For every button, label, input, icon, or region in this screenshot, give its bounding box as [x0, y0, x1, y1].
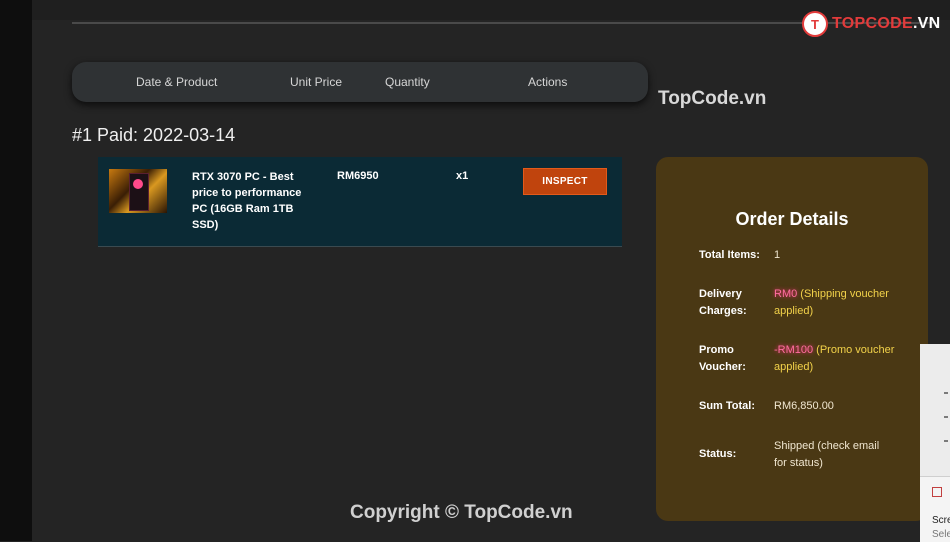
- pc-fan-glow: [133, 179, 143, 189]
- status-value: Shipped (check email for status): [774, 440, 880, 469]
- screenshot-tool-popup[interactable]: Scre Sele: [920, 476, 950, 542]
- preview-line: [944, 392, 948, 394]
- product-name: RTX 3070 PC - Best price to performance …: [192, 171, 302, 231]
- promo-voucher-label: Promo Voucher:: [699, 344, 746, 373]
- watermark-top: TopCode.vn: [658, 88, 767, 109]
- promo-voucher-value: -RM100 (Promo voucher applied): [774, 342, 904, 376]
- order-details-title: Order Details: [735, 209, 849, 229]
- total-items-label: Total Items:: [699, 249, 760, 261]
- order-heading: #1 Paid: 2022-03-14: [72, 125, 236, 145]
- product-thumbnail: [109, 169, 167, 213]
- header-date-product: Date & Product: [136, 75, 218, 89]
- header-unit-price: Unit Price: [290, 75, 343, 89]
- inspect-button[interactable]: INSPECT: [523, 168, 607, 195]
- preview-line: [944, 440, 948, 442]
- delivery-charges-value: RM0 (Shipping voucher applied): [774, 286, 904, 320]
- promo-amount: -RM100: [774, 344, 814, 356]
- order-item-row: RTX 3070 PC - Best price to performance …: [98, 157, 622, 247]
- total-items-value: 1: [774, 249, 781, 261]
- logo-domain-text: .VN: [912, 15, 941, 32]
- screenshot-tool-icon: [932, 487, 942, 497]
- left-sidebar-strip: [0, 0, 32, 541]
- order-details-card: Order Details Total Items: 1 Delivery Ch…: [656, 157, 928, 521]
- topcode-logo: T TOPCODE.VN: [802, 10, 941, 38]
- side-popup-preview: [920, 344, 950, 476]
- logo-text: TOPCODE.VN: [832, 15, 941, 33]
- product-quantity: x1: [456, 170, 469, 182]
- logo-brand-text: TOPCODE: [832, 15, 913, 32]
- topcode-logo-icon: T: [802, 11, 828, 37]
- preview-line: [944, 416, 948, 418]
- sum-total-value: RM6,850.00: [774, 400, 834, 412]
- popup-text-2: Sele: [932, 529, 950, 540]
- header-actions: Actions: [528, 75, 568, 89]
- orders-table-header: Date & Product Unit Price Quantity Actio…: [72, 62, 648, 102]
- header-quantity: Quantity: [385, 75, 430, 89]
- delivery-charges-label: Delivery Charges:: [699, 288, 747, 317]
- sum-total-label: Sum Total:: [699, 400, 756, 412]
- copyright-watermark: Copyright © TopCode.vn: [350, 502, 573, 523]
- status-label: Status:: [699, 448, 737, 460]
- delivery-amount: RM0: [774, 288, 798, 300]
- product-unit-price: RM6950: [337, 170, 379, 182]
- popup-text-1: Scre: [932, 515, 950, 526]
